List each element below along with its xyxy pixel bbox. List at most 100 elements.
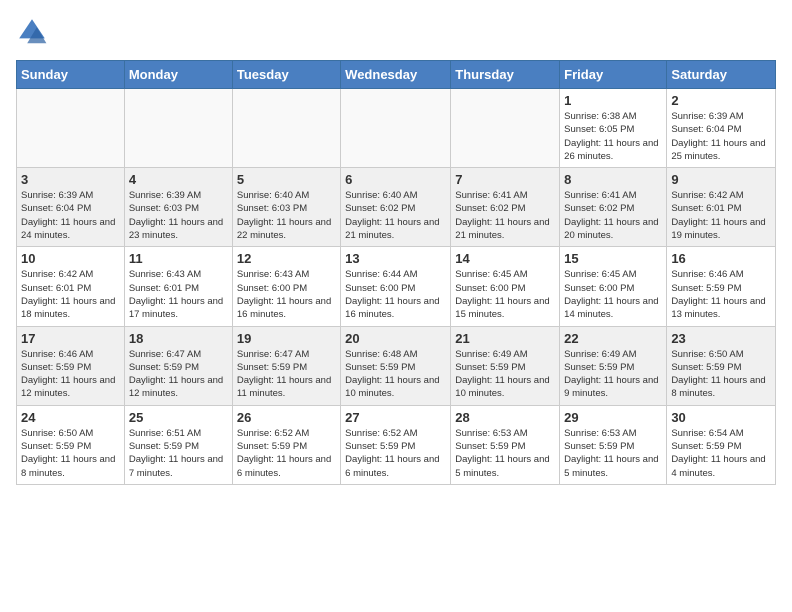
day-cell: [232, 89, 340, 168]
day-info: Sunrise: 6:39 AMSunset: 6:04 PMDaylight:…: [21, 189, 120, 242]
day-number: 19: [237, 331, 336, 346]
day-number: 14: [455, 251, 555, 266]
day-cell: 4Sunrise: 6:39 AMSunset: 6:03 PMDaylight…: [124, 168, 232, 247]
day-info: Sunrise: 6:50 AMSunset: 5:59 PMDaylight:…: [21, 427, 120, 480]
day-number: 6: [345, 172, 446, 187]
day-info: Sunrise: 6:54 AMSunset: 5:59 PMDaylight:…: [671, 427, 771, 480]
day-info: Sunrise: 6:40 AMSunset: 6:02 PMDaylight:…: [345, 189, 446, 242]
week-row-1: 1 Sunrise: 6:38 AMSunset: 6:05 PMDaylight…: [17, 89, 776, 168]
day-cell: 20 Sunrise: 6:48 AMSunset: 5:59 PMDayligh…: [341, 326, 451, 405]
day-number: 2: [671, 93, 771, 108]
day-cell: 1 Sunrise: 6:38 AMSunset: 6:05 PMDaylight…: [560, 89, 667, 168]
day-cell: 29 Sunrise: 6:53 AMSunset: 5:59 PMDayligh…: [560, 405, 667, 484]
week-row-5: 24Sunrise: 6:50 AMSunset: 5:59 PMDayligh…: [17, 405, 776, 484]
day-number: 9: [671, 172, 771, 187]
day-info: Sunrise: 6:46 AMSunset: 5:59 PMDaylight:…: [671, 268, 771, 321]
day-info: Sunrise: 6:47 AMSunset: 5:59 PMDaylight:…: [129, 348, 228, 401]
day-number: 25: [129, 410, 228, 425]
day-cell: 6 Sunrise: 6:40 AMSunset: 6:02 PMDaylight…: [341, 168, 451, 247]
day-cell: 22 Sunrise: 6:49 AMSunset: 5:59 PMDayligh…: [560, 326, 667, 405]
day-number: 21: [455, 331, 555, 346]
day-number: 15: [564, 251, 662, 266]
week-row-4: 17 Sunrise: 6:46 AMSunset: 5:59 PMDayligh…: [17, 326, 776, 405]
week-row-2: 3 Sunrise: 6:39 AMSunset: 6:04 PMDaylight…: [17, 168, 776, 247]
day-cell: 25 Sunrise: 6:51 AMSunset: 5:59 PMDayligh…: [124, 405, 232, 484]
day-info: Sunrise: 6:41 AMSunset: 6:02 PMDaylight:…: [455, 189, 555, 242]
day-cell: 9 Sunrise: 6:42 AMSunset: 6:01 PMDaylight…: [667, 168, 776, 247]
day-info: Sunrise: 6:38 AMSunset: 6:05 PMDaylight:…: [564, 110, 662, 163]
day-number: 10: [21, 251, 120, 266]
day-info: Sunrise: 6:47 AMSunset: 5:59 PMDaylight:…: [237, 348, 336, 401]
day-cell: 16Sunrise: 6:46 AMSunset: 5:59 PMDayligh…: [667, 247, 776, 326]
day-cell: 18 Sunrise: 6:47 AMSunset: 5:59 PMDayligh…: [124, 326, 232, 405]
day-info: Sunrise: 6:39 AMSunset: 6:04 PMDaylight:…: [671, 110, 771, 163]
header-cell-tuesday: Tuesday: [232, 61, 340, 89]
day-info: Sunrise: 6:45 AMSunset: 6:00 PMDaylight:…: [455, 268, 555, 321]
day-number: 8: [564, 172, 662, 187]
header-cell-sunday: Sunday: [17, 61, 125, 89]
day-info: Sunrise: 6:41 AMSunset: 6:02 PMDaylight:…: [564, 189, 662, 242]
day-info: Sunrise: 6:39 AMSunset: 6:03 PMDaylight:…: [129, 189, 228, 242]
day-number: 13: [345, 251, 446, 266]
day-cell: 30 Sunrise: 6:54 AMSunset: 5:59 PMDayligh…: [667, 405, 776, 484]
day-info: Sunrise: 6:46 AMSunset: 5:59 PMDaylight:…: [21, 348, 120, 401]
day-number: 18: [129, 331, 228, 346]
day-cell: 26 Sunrise: 6:52 AMSunset: 5:59 PMDayligh…: [232, 405, 340, 484]
header-cell-thursday: Thursday: [451, 61, 560, 89]
day-cell: 17 Sunrise: 6:46 AMSunset: 5:59 PMDayligh…: [17, 326, 125, 405]
day-info: Sunrise: 6:52 AMSunset: 5:59 PMDaylight:…: [237, 427, 336, 480]
day-cell: 12Sunrise: 6:43 AMSunset: 6:00 PMDayligh…: [232, 247, 340, 326]
day-number: 28: [455, 410, 555, 425]
day-info: Sunrise: 6:42 AMSunset: 6:01 PMDaylight:…: [671, 189, 771, 242]
day-cell: 8 Sunrise: 6:41 AMSunset: 6:02 PMDaylight…: [560, 168, 667, 247]
day-cell: 15 Sunrise: 6:45 AMSunset: 6:00 PMDayligh…: [560, 247, 667, 326]
day-number: 5: [237, 172, 336, 187]
day-info: Sunrise: 6:53 AMSunset: 5:59 PMDaylight:…: [455, 427, 555, 480]
day-info: Sunrise: 6:53 AMSunset: 5:59 PMDaylight:…: [564, 427, 662, 480]
day-number: 22: [564, 331, 662, 346]
day-number: 3: [21, 172, 120, 187]
calendar-header: SundayMondayTuesdayWednesdayThursdayFrid…: [17, 61, 776, 89]
day-number: 27: [345, 410, 446, 425]
day-number: 11: [129, 251, 228, 266]
day-number: 23: [671, 331, 771, 346]
day-cell: 5Sunrise: 6:40 AMSunset: 6:03 PMDaylight…: [232, 168, 340, 247]
day-cell: 7 Sunrise: 6:41 AMSunset: 6:02 PMDaylight…: [451, 168, 560, 247]
header-cell-monday: Monday: [124, 61, 232, 89]
day-cell: [124, 89, 232, 168]
day-cell: [341, 89, 451, 168]
day-number: 20: [345, 331, 446, 346]
day-number: 7: [455, 172, 555, 187]
day-number: 17: [21, 331, 120, 346]
header-cell-saturday: Saturday: [667, 61, 776, 89]
day-cell: 2 Sunrise: 6:39 AMSunset: 6:04 PMDaylight…: [667, 89, 776, 168]
day-number: 26: [237, 410, 336, 425]
day-info: Sunrise: 6:49 AMSunset: 5:59 PMDaylight:…: [564, 348, 662, 401]
day-number: 30: [671, 410, 771, 425]
logo-icon: [16, 16, 48, 48]
day-info: Sunrise: 6:49 AMSunset: 5:59 PMDaylight:…: [455, 348, 555, 401]
day-number: 1: [564, 93, 662, 108]
day-cell: 28 Sunrise: 6:53 AMSunset: 5:59 PMDayligh…: [451, 405, 560, 484]
day-info: Sunrise: 6:44 AMSunset: 6:00 PMDaylight:…: [345, 268, 446, 321]
page-header: [16, 16, 776, 48]
calendar-body: 1 Sunrise: 6:38 AMSunset: 6:05 PMDaylight…: [17, 89, 776, 485]
day-info: Sunrise: 6:43 AMSunset: 6:01 PMDaylight:…: [129, 268, 228, 321]
calendar-table: SundayMondayTuesdayWednesdayThursdayFrid…: [16, 60, 776, 485]
day-info: Sunrise: 6:50 AMSunset: 5:59 PMDaylight:…: [671, 348, 771, 401]
day-number: 12: [237, 251, 336, 266]
day-cell: 21 Sunrise: 6:49 AMSunset: 5:59 PMDayligh…: [451, 326, 560, 405]
header-cell-wednesday: Wednesday: [341, 61, 451, 89]
day-info: Sunrise: 6:42 AMSunset: 6:01 PMDaylight:…: [21, 268, 120, 321]
day-cell: 3 Sunrise: 6:39 AMSunset: 6:04 PMDaylight…: [17, 168, 125, 247]
day-cell: 24Sunrise: 6:50 AMSunset: 5:59 PMDayligh…: [17, 405, 125, 484]
header-row: SundayMondayTuesdayWednesdayThursdayFrid…: [17, 61, 776, 89]
day-info: Sunrise: 6:45 AMSunset: 6:00 PMDaylight:…: [564, 268, 662, 321]
day-cell: 13 Sunrise: 6:44 AMSunset: 6:00 PMDayligh…: [341, 247, 451, 326]
day-number: 29: [564, 410, 662, 425]
day-info: Sunrise: 6:48 AMSunset: 5:59 PMDaylight:…: [345, 348, 446, 401]
day-info: Sunrise: 6:51 AMSunset: 5:59 PMDaylight:…: [129, 427, 228, 480]
day-cell: [17, 89, 125, 168]
week-row-3: 10 Sunrise: 6:42 AMSunset: 6:01 PMDayligh…: [17, 247, 776, 326]
day-cell: 14 Sunrise: 6:45 AMSunset: 6:00 PMDayligh…: [451, 247, 560, 326]
